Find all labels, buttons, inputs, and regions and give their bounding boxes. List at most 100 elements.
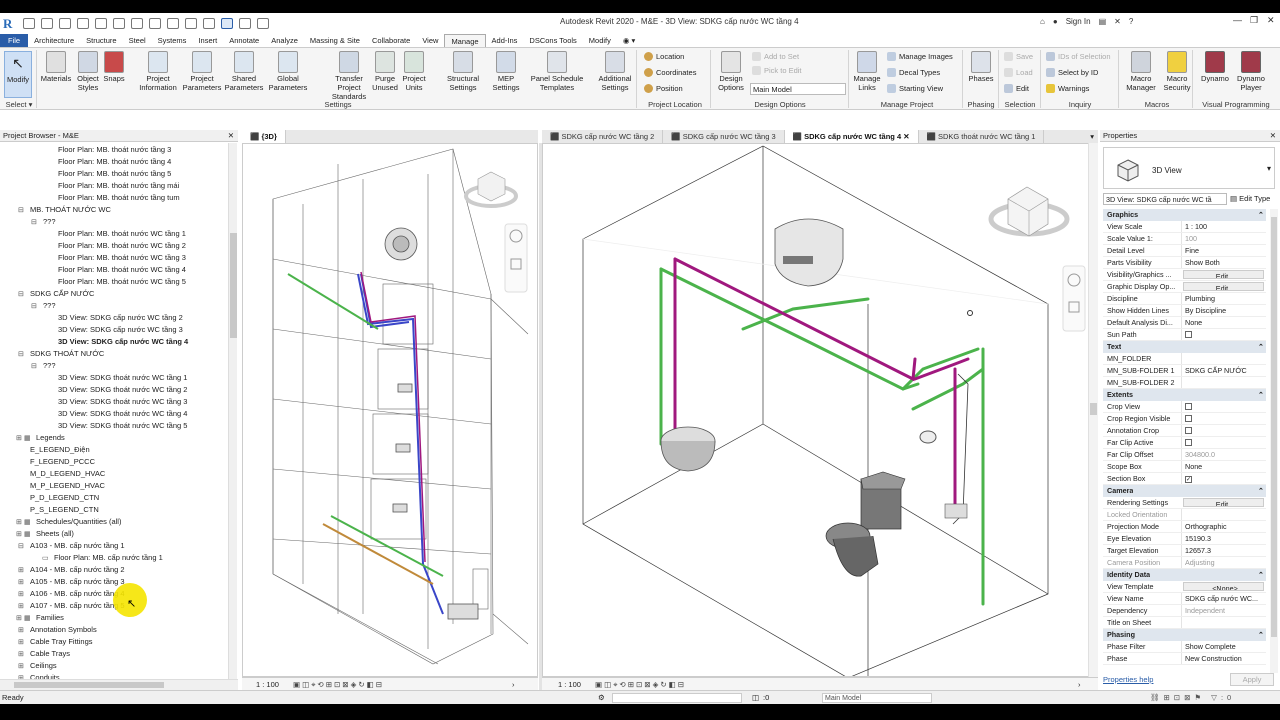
ribbon-shared-parameters-button[interactable]: Shared Parameters: [222, 51, 266, 92]
ribbon-global-parameters-button[interactable]: Global Parameters: [266, 51, 310, 92]
ribbon-purge-unused-button[interactable]: Purge Unused: [370, 51, 400, 92]
property-value[interactable]: New Construction: [1181, 653, 1266, 664]
user-icon[interactable]: ●: [1053, 17, 1058, 26]
ribbon-additional-settings-button[interactable]: Additional Settings: [593, 51, 637, 92]
properties-scrollbar[interactable]: [1270, 209, 1278, 673]
tree-toggle-icon[interactable]: ⊟: [31, 218, 37, 226]
property-value[interactable]: Edit...: [1183, 270, 1264, 279]
view-tab-2[interactable]: ⬛ SDKG cấp nước WC tầng 3: [663, 130, 785, 143]
property-checkbox[interactable]: ✓: [1185, 476, 1192, 483]
selection-load-button[interactable]: Load: [1004, 68, 1033, 77]
tab-analyze[interactable]: Analyze: [265, 34, 304, 47]
sync-icon[interactable]: [59, 18, 71, 29]
close-hidden-icon[interactable]: [239, 18, 251, 29]
view-3d-left[interactable]: [242, 143, 538, 677]
tree-toggle-icon[interactable]: ⊞: [18, 638, 24, 646]
tree-toggle-icon[interactable]: ⊞: [18, 566, 24, 574]
switch-windows-icon[interactable]: [257, 18, 269, 29]
ribbon-materials-button[interactable]: Materials: [40, 51, 72, 83]
browser-item[interactable]: A103 - MB. cấp nước tầng 1: [30, 541, 125, 550]
browser-hscrollbar[interactable]: [0, 679, 238, 690]
navigation-bar[interactable]: [1062, 265, 1086, 332]
viewcube[interactable]: [988, 186, 1070, 237]
browser-scroll-thumb[interactable]: [230, 233, 237, 338]
browser-scrollbar[interactable]: [228, 143, 237, 679]
open-icon[interactable]: [23, 18, 35, 29]
modify-button[interactable]: ↖ Modify: [4, 51, 32, 98]
collapse-icon[interactable]: ⌃: [1258, 209, 1264, 221]
edit-type-button[interactable]: ▤ Edit Type: [1230, 193, 1270, 205]
property-value[interactable]: Fine: [1181, 245, 1266, 256]
save-icon[interactable]: [41, 18, 53, 29]
text-icon[interactable]: [167, 18, 179, 29]
browser-item[interactable]: A107 - MB. cấp nước tầng 5: [30, 601, 125, 610]
tree-toggle-icon[interactable]: ⊟: [31, 362, 37, 370]
close-button[interactable]: ✕: [1267, 15, 1275, 26]
browser-item[interactable]: 3D View: SDKG cấp nước WC tầng 3: [58, 325, 183, 334]
browser-item[interactable]: 3D View: SDKG cấp nước WC tầng 2: [58, 313, 183, 322]
property-value[interactable]: Orthographic: [1181, 521, 1266, 532]
tab-insert[interactable]: Insert: [192, 34, 223, 47]
browser-item[interactable]: Ceilings: [30, 661, 57, 670]
selection-option-icons[interactable]: ⛓⊞⊡⊠⚑ ▽:0: [1150, 691, 1235, 705]
browser-item[interactable]: Floor Plan: MB. thoát nước WC tầng 5: [58, 277, 186, 286]
property-value[interactable]: By Discipline: [1181, 305, 1266, 316]
browser-item[interactable]: Schedules/Quantities (all): [36, 517, 121, 526]
tab-collaborate[interactable]: Collaborate: [366, 34, 416, 47]
manage-images-button[interactable]: Manage Images: [887, 52, 953, 61]
worksharing-icon[interactable]: ⚙: [598, 691, 605, 705]
tab-systems[interactable]: Systems: [152, 34, 193, 47]
browser-item[interactable]: E_LEGEND_Điện: [30, 445, 90, 454]
browser-item[interactable]: 3D View: SDKG thoát nước WC tầng 1: [58, 373, 187, 382]
ribbon-project-units-button[interactable]: Project Units: [399, 51, 429, 92]
browser-item[interactable]: Cable Trays: [30, 649, 70, 658]
ribbon-structural-settings-button[interactable]: Structural Settings: [442, 51, 484, 92]
view-tab-1[interactable]: ⬛ SDKG cấp nước WC tầng 2: [542, 130, 664, 143]
browser-item[interactable]: 3D View: SDKG thoát nước WC tầng 2: [58, 385, 187, 394]
tab-steel[interactable]: Steel: [123, 34, 152, 47]
tree-toggle-icon[interactable]: ⊟: [18, 290, 24, 298]
maximize-button[interactable]: ❐: [1250, 15, 1258, 26]
collapse-icon[interactable]: ⌃: [1258, 485, 1264, 497]
tree-toggle-icon[interactable]: ⊟: [18, 206, 24, 214]
browser-item[interactable]: Floor Plan: MB. thoát nước tầng tum: [58, 193, 180, 202]
tree-toggle-icon[interactable]: ⊞: [18, 662, 24, 670]
revit-logo-icon[interactable]: R: [3, 16, 17, 31]
tree-toggle-icon[interactable]: ⊞: [18, 590, 24, 598]
inquiry-warnings-button[interactable]: Warnings: [1046, 84, 1089, 93]
ribbon-mep-settings-button[interactable]: MEP Settings: [488, 51, 524, 92]
property-value[interactable]: [1181, 377, 1266, 388]
browser-item[interactable]: Floor Plan: MB. thoát nước WC tầng 2: [58, 241, 186, 250]
right-view-scale[interactable]: 1 : 100: [558, 680, 581, 689]
workset-selector[interactable]: [612, 693, 742, 703]
infocenter-icon[interactable]: ⌂: [1040, 17, 1045, 26]
property-value[interactable]: Show Complete: [1181, 641, 1266, 652]
ribbon-project-parameters-button[interactable]: Project Parameters: [180, 51, 224, 92]
exchange-icon[interactable]: ✕: [1114, 17, 1121, 26]
inquiry-select-by-id-button[interactable]: Select by ID: [1046, 68, 1098, 77]
collapse-icon[interactable]: ⌃: [1258, 389, 1264, 401]
ribbon-project-information-button[interactable]: Project Information: [136, 51, 180, 92]
property-category[interactable]: Graphics ⌃: [1103, 209, 1266, 221]
starting-view-button[interactable]: Starting View: [887, 84, 943, 93]
collapse-icon[interactable]: ⌃: [1258, 341, 1264, 353]
property-checkbox[interactable]: [1185, 331, 1192, 338]
property-value[interactable]: 1 : 100: [1181, 221, 1266, 232]
navigation-bar[interactable]: [504, 223, 528, 293]
location-location-button[interactable]: Location: [644, 52, 684, 61]
browser-item[interactable]: A104 - MB. cấp nước tầng 2: [30, 565, 125, 574]
phases-button[interactable]: Phases: [966, 51, 996, 83]
property-value[interactable]: Edit...: [1183, 498, 1264, 507]
browser-item[interactable]: 3D View: SDKG cấp nước WC tầng 4: [58, 337, 188, 346]
browser-item[interactable]: M_D_LEGEND_HVAC: [30, 469, 105, 478]
view-vscrollbar[interactable]: [1088, 143, 1098, 677]
property-value[interactable]: None: [1181, 461, 1266, 472]
property-category[interactable]: Camera ⌃: [1103, 485, 1266, 497]
browser-item[interactable]: MB. THOÁT NƯỚC WC: [30, 205, 111, 214]
sign-in-link[interactable]: Sign In: [1066, 17, 1091, 26]
property-value[interactable]: 15190.3: [1181, 533, 1266, 544]
cart-icon[interactable]: ▤: [1099, 17, 1107, 26]
macro-manager-button[interactable]: Macro Manager: [1124, 51, 1158, 92]
tab-modify[interactable]: Modify: [583, 34, 617, 47]
ribbon-panel-schedule-templates-button[interactable]: Panel Schedule Templates: [525, 51, 589, 92]
